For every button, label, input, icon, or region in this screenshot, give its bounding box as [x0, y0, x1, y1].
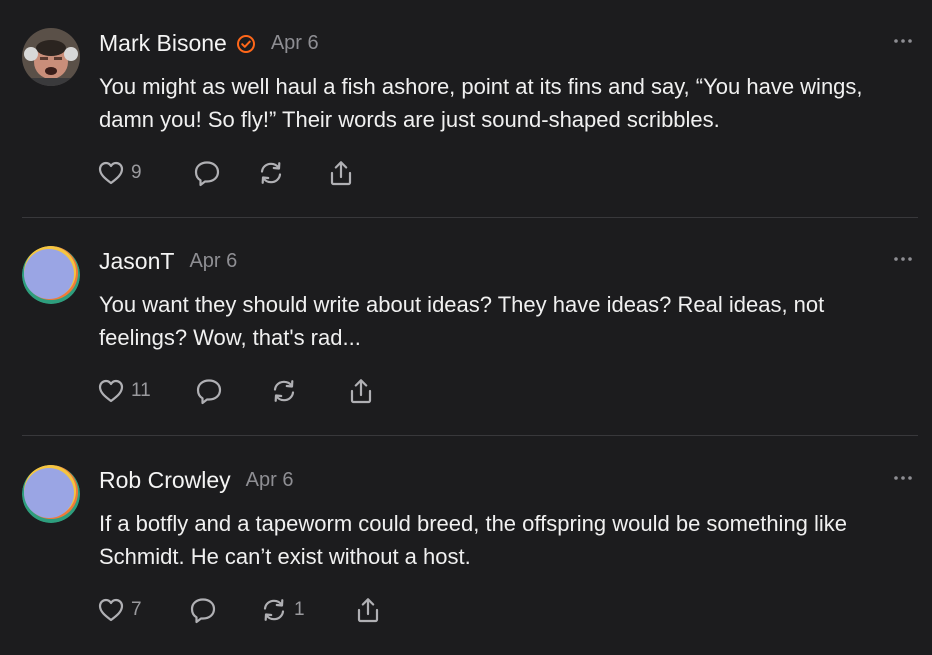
note-actions: 7 1 [96, 594, 393, 626]
comment-icon [194, 376, 224, 406]
share-button[interactable] [353, 594, 393, 626]
note-text: If a botfly and a tapeworm could breed, … [99, 511, 848, 569]
comment-button[interactable] [188, 594, 259, 626]
share-icon [353, 595, 383, 625]
heart-icon [96, 158, 126, 188]
restack-icon [269, 376, 299, 406]
avatar-default[interactable] [22, 465, 80, 523]
restack-count: 1 [294, 599, 305, 620]
more-options-icon[interactable] [892, 471, 914, 485]
verified-badge-icon [236, 34, 256, 54]
author-name[interactable]: JasonT [99, 248, 174, 275]
note-text: You might as well haul a fish ashore, po… [99, 74, 863, 132]
avatar-default[interactable] [22, 246, 80, 304]
avatar-photo[interactable] [22, 28, 80, 86]
note-date[interactable]: Apr 6 [189, 250, 237, 273]
like-count: 9 [131, 162, 142, 183]
note-date[interactable]: Apr 6 [271, 32, 319, 55]
note-header: Mark Bisone Apr 6 [99, 30, 319, 57]
restack-icon [256, 158, 286, 188]
like-count: 11 [131, 380, 151, 401]
restack-button[interactable]: 1 [259, 594, 353, 626]
note-actions: 9 [96, 157, 366, 189]
like-button[interactable]: 9 [96, 157, 192, 189]
note-header: Rob Crowley Apr 6 [99, 467, 293, 494]
comment-icon [188, 595, 218, 625]
post-divider [22, 435, 918, 436]
note-card: Mark Bisone Apr 6 You might as well haul… [0, 0, 932, 218]
more-options-icon[interactable] [892, 252, 914, 266]
note-card: Rob Crowley Apr 6 If a botfly and a tape… [0, 437, 932, 655]
restack-icon [259, 595, 289, 625]
heart-icon [96, 376, 126, 406]
restack-button[interactable] [269, 375, 346, 407]
note-header: JasonT Apr 6 [99, 248, 237, 275]
like-count: 7 [131, 599, 142, 620]
note-card: JasonT Apr 6 You want they should write … [0, 218, 932, 436]
author-name[interactable]: Rob Crowley [99, 467, 231, 494]
comment-button[interactable] [192, 157, 256, 189]
share-icon [346, 376, 376, 406]
more-options-icon[interactable] [892, 34, 914, 48]
comment-icon [192, 158, 222, 188]
comment-button[interactable] [194, 375, 269, 407]
like-button[interactable]: 7 [96, 594, 188, 626]
note-actions: 11 [96, 375, 386, 407]
notes-feed: Mark Bisone Apr 6 You might as well haul… [0, 0, 932, 646]
like-button[interactable]: 11 [96, 375, 194, 407]
restack-button[interactable] [256, 157, 326, 189]
note-text: You want they should write about ideas? … [99, 292, 825, 350]
share-button[interactable] [326, 157, 366, 189]
heart-icon [96, 595, 126, 625]
share-icon [326, 158, 356, 188]
author-name[interactable]: Mark Bisone [99, 30, 227, 57]
note-date[interactable]: Apr 6 [246, 469, 294, 492]
share-button[interactable] [346, 375, 386, 407]
